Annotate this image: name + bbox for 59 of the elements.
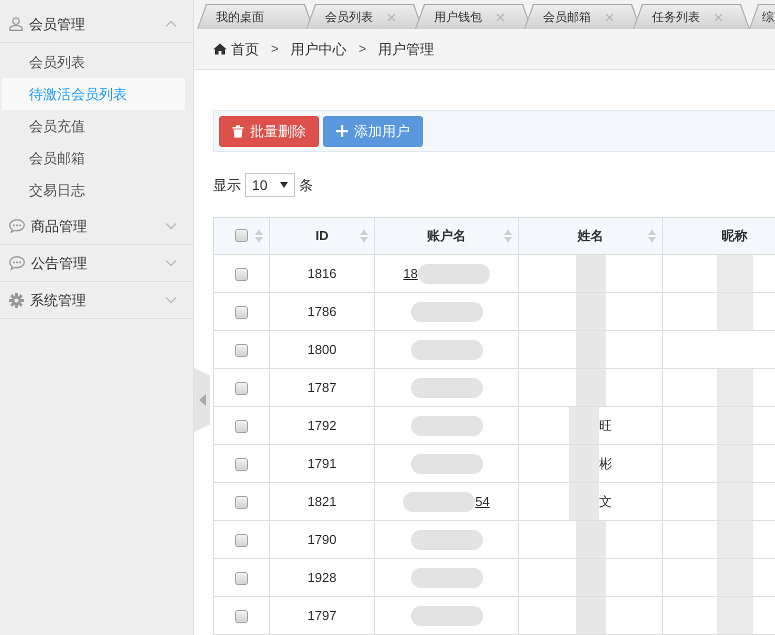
table-cell: 1792 [270,406,374,444]
name-text: 旺 [599,416,612,435]
table-cell: 1816 [270,254,374,292]
chat-bubble-icon [9,256,25,270]
table-cell: 1797 [270,596,374,634]
checkbox[interactable] [235,229,248,242]
caret-left-icon [198,394,206,406]
home-icon [213,43,227,55]
checkbox[interactable] [235,572,248,585]
checkbox[interactable] [235,610,248,623]
sidebar-menu-header[interactable]: 公告管理 [0,245,193,282]
checkbox[interactable] [235,382,248,395]
checkbox[interactable] [235,420,248,433]
page-size-select[interactable]: 10 [245,173,295,197]
gear-icon [9,292,24,308]
table-cell: 1787 [270,368,374,406]
checkbox[interactable] [235,534,248,547]
sidebar-menu-header[interactable]: 商品管理 [0,208,193,245]
table-cell: 1821 [270,482,374,520]
checkbox[interactable] [235,496,248,509]
tab[interactable]: 任务列表 [633,4,750,29]
name-text: 彬 [599,454,612,473]
table-cell: 1791 [270,444,374,482]
column-header[interactable]: 姓名 [518,218,662,254]
table-cell: 1790 [270,520,374,558]
breadcrumb-separator: > [270,40,280,58]
sidebar-item[interactable]: 交易日志 [2,174,185,206]
sidebar-menu-header[interactable]: 系统管理 [0,282,193,319]
column-header[interactable] [214,218,270,254]
sidebar-menu-header[interactable]: 会员管理 [0,6,193,43]
sidebar-item[interactable]: 会员充值 [2,110,185,142]
breadcrumb-link[interactable]: 首页 [213,38,259,60]
caret-down-icon [280,182,288,188]
plus-icon [336,125,348,137]
account-link[interactable]: 54 [475,492,490,512]
name-text: 文 [599,492,612,511]
column-header[interactable]: 昵称 [662,218,775,254]
table-cell: 1800 [270,330,374,368]
breadcrumb-separator: > [358,40,368,58]
breadcrumb-link[interactable]: 用户中心 [290,38,347,60]
chat-bubble-icon [9,219,25,233]
checkbox[interactable] [235,268,248,281]
user-icon [9,17,23,31]
column-header[interactable]: ID [270,218,374,254]
sidebar-item[interactable]: 会员列表 [2,46,185,78]
column-header[interactable]: 账户名 [374,218,518,254]
table-cell: 1786 [270,292,374,330]
tab[interactable]: 综 [749,4,775,29]
page-size-label: 显示 [213,176,241,194]
checkbox[interactable] [235,306,248,319]
page-size-suffix: 条 [299,176,313,194]
trash-icon [232,124,244,138]
sidebar-item[interactable]: 会员邮箱 [2,142,185,174]
checkbox[interactable] [235,344,248,357]
checkbox[interactable] [235,458,248,471]
account-link[interactable]: 18 [403,264,418,284]
breadcrumb-current: 用户管理 [378,40,434,58]
table-cell: 1928 [270,558,374,596]
batch-delete-button[interactable]: 批量删除 [219,116,319,146]
